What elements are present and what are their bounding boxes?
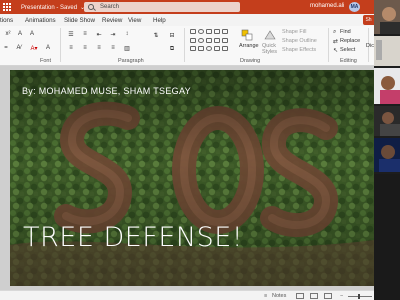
ribbon-divider: [184, 28, 185, 62]
editing-group-label: Editing: [340, 58, 357, 64]
normal-view-icon[interactable]: [296, 293, 304, 299]
dictate-button[interactable]: Dic: [366, 43, 374, 49]
forest-sos-photo: [10, 70, 374, 286]
superscript-icon[interactable]: x²: [4, 30, 12, 38]
smartart-icon[interactable]: ⧉: [166, 44, 178, 54]
user-name[interactable]: mohamed.ali: [310, 3, 344, 9]
participant-video: [374, 106, 400, 136]
select-button[interactable]: Select: [340, 47, 355, 53]
columns-icon[interactable]: ▥: [122, 44, 132, 52]
participant-tile[interactable]: [374, 36, 400, 66]
powerpoint-window: Presentation - Saved ⌄ Search mohamed.ali…: [0, 0, 400, 300]
slide-byline[interactable]: By: MOHAMED MUSE, SHAM TSEGAY: [22, 86, 191, 96]
text-spacing-icon[interactable]: A⁄: [14, 44, 24, 52]
zoom-slider[interactable]: [348, 296, 372, 297]
slide-title[interactable]: TREE DEFENSE!: [23, 222, 243, 253]
align-text-icon[interactable]: ⊟: [166, 30, 178, 40]
line-spacing-icon[interactable]: ↕: [122, 30, 132, 38]
find-button[interactable]: Find: [340, 29, 351, 35]
tab-animations[interactable]: Animations: [25, 17, 56, 24]
participant-video: [374, 138, 400, 172]
shape-fill-button[interactable]: Shape Fill: [282, 29, 306, 35]
font-color-icon[interactable]: A▾: [28, 44, 40, 52]
numbering-icon[interactable]: ≡: [80, 30, 90, 38]
reading-view-icon[interactable]: [324, 293, 332, 299]
replace-icon: ⇄: [333, 39, 339, 45]
search-placeholder: Search: [100, 4, 120, 10]
ribbon-divider: [328, 28, 329, 62]
arrange-button[interactable]: Arrange: [239, 43, 259, 49]
shapes-gallery-icon[interactable]: [190, 29, 228, 53]
ribbon-divider: [60, 28, 61, 62]
participant-tile[interactable]: [374, 106, 400, 136]
slide-sorter-icon[interactable]: [310, 293, 318, 299]
ribbon-tabs: tions Animations Slide Show Review View …: [0, 14, 374, 26]
justify-icon[interactable]: ≡: [108, 44, 118, 52]
notes-icon: ≡: [264, 293, 268, 299]
arrange-icon[interactable]: [241, 29, 253, 41]
shrink-font-icon[interactable]: A: [28, 30, 36, 38]
participant-video: [374, 36, 400, 66]
participant-video: [374, 0, 400, 34]
search-icon: [88, 4, 94, 10]
slide-workspace: By: MOHAMED MUSE, SHAM TSEGAY TREE DEFEN…: [0, 66, 374, 290]
tab-slide-show[interactable]: Slide Show: [64, 17, 95, 24]
tab-review[interactable]: Review: [102, 17, 122, 24]
document-title[interactable]: Presentation - Saved ⌄: [21, 4, 85, 11]
notes-button[interactable]: Notes: [272, 293, 286, 299]
participant-tile-empty: [374, 174, 400, 300]
text-direction-icon[interactable]: ⇅: [150, 30, 162, 40]
document-title-text: Presentation - Saved: [21, 4, 78, 11]
title-bar: Presentation - Saved ⌄ Search mohamed.ali…: [0, 0, 374, 14]
participant-video: [374, 68, 400, 104]
align-center-icon[interactable]: ≡: [80, 44, 90, 52]
zoom-out-button[interactable]: −: [340, 293, 343, 299]
drawing-group-label: Drawing: [240, 58, 261, 64]
highlight-icon[interactable]: A: [44, 44, 52, 52]
shape-outline-button[interactable]: Shape Outline: [282, 38, 317, 44]
share-button[interactable]: Sh: [363, 15, 374, 25]
align-left-icon[interactable]: ≡: [66, 44, 76, 52]
shape-effects-button[interactable]: Shape Effects: [282, 47, 316, 53]
find-icon: ⌕: [333, 29, 337, 35]
search-input[interactable]: Search: [84, 2, 240, 12]
participant-tile[interactable]: [374, 138, 400, 172]
increase-indent-icon[interactable]: ⇥: [108, 30, 118, 38]
slide-canvas[interactable]: By: MOHAMED MUSE, SHAM TSEGAY TREE DEFEN…: [10, 70, 374, 286]
video-participants-strip: [374, 0, 400, 300]
select-icon: ↖: [333, 48, 339, 54]
bullets-icon[interactable]: ☰: [66, 30, 76, 38]
strikethrough-icon[interactable]: =: [2, 44, 10, 52]
avatar[interactable]: MA: [349, 2, 360, 12]
replace-button[interactable]: Replace: [340, 38, 360, 44]
quick-styles-line2[interactable]: Styles: [262, 49, 277, 55]
app-launcher-icon[interactable]: [3, 3, 11, 11]
tab-help[interactable]: Help: [153, 17, 166, 24]
quick-styles-icon[interactable]: [264, 29, 276, 41]
decrease-indent-icon[interactable]: ⇤: [94, 30, 104, 38]
participant-tile[interactable]: [374, 68, 400, 104]
tab-view[interactable]: View: [128, 17, 141, 24]
clear-format-icon[interactable]: A: [16, 30, 24, 38]
font-group-label: Font: [40, 58, 52, 64]
ribbon: x² A A = A⁄ A▾ A Font ☰ ≡ ⇤ ⇥ ↕ ≡ ≡ ≡ ≡ …: [0, 26, 374, 66]
participant-tile[interactable]: [374, 0, 400, 34]
tab-transitions[interactable]: tions: [0, 17, 13, 24]
paragraph-group-label: Paragraph: [118, 58, 144, 64]
zoom-slider-thumb[interactable]: [358, 294, 360, 299]
align-right-icon[interactable]: ≡: [94, 44, 104, 52]
status-bar: ≡ Notes −: [0, 290, 374, 300]
